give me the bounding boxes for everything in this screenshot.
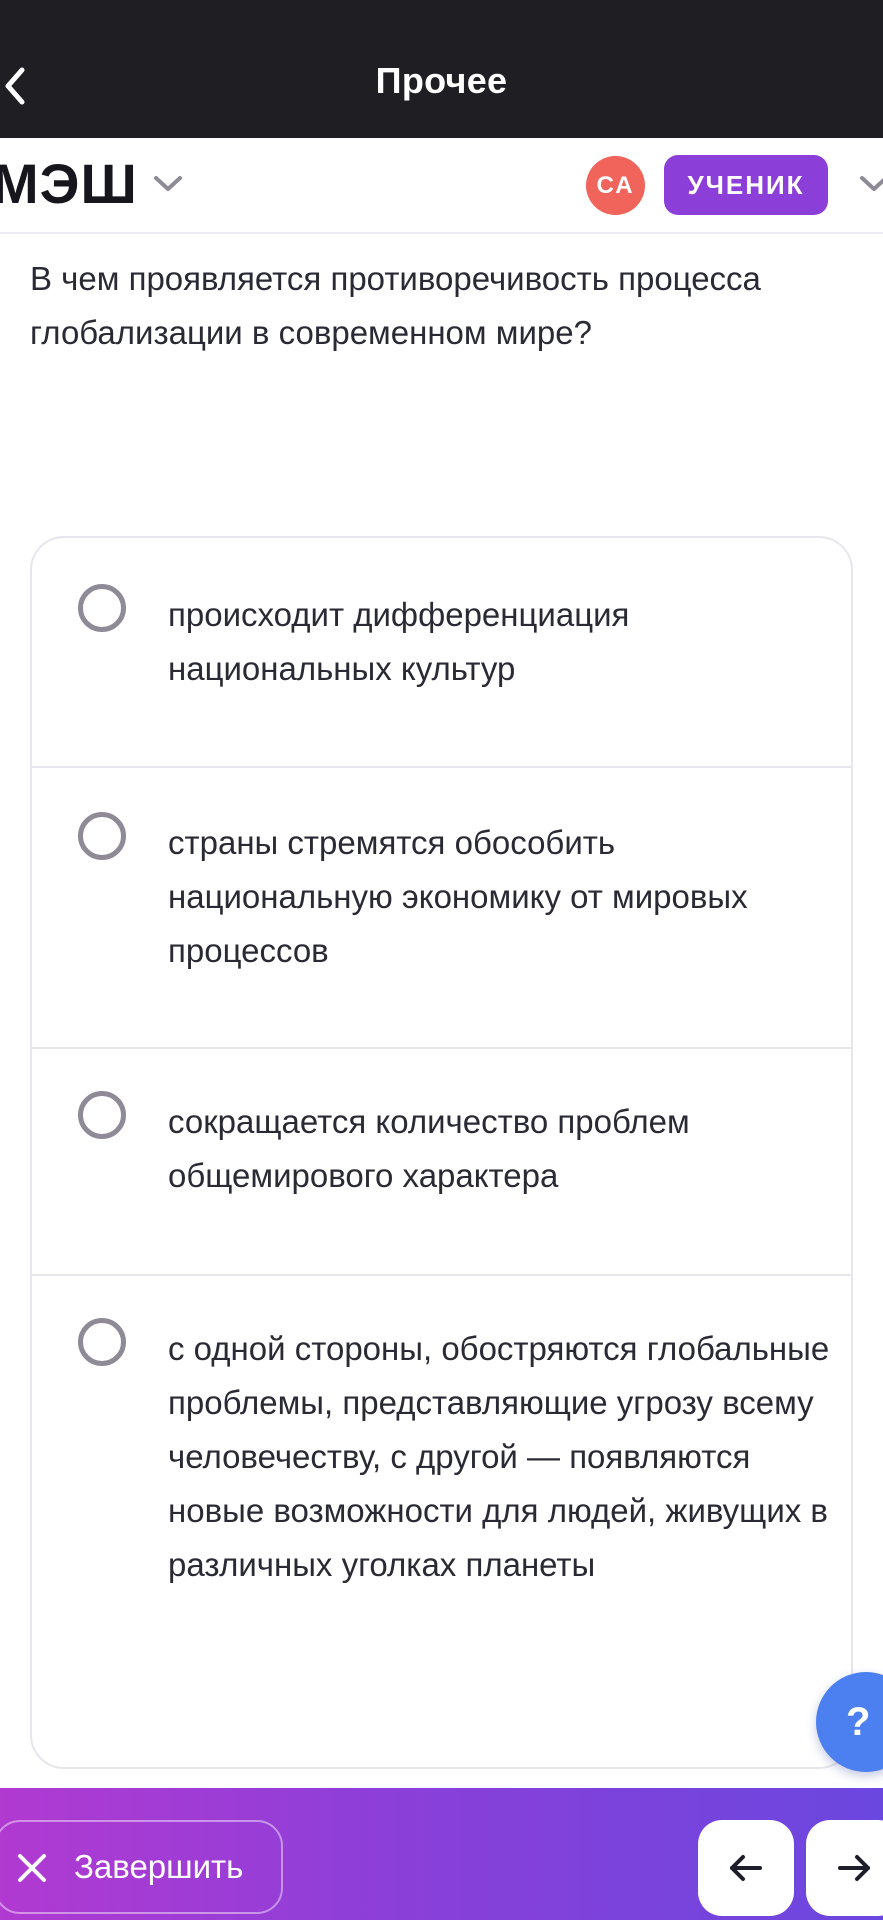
answer-option-text: страны стремятся обособить национальную … <box>168 824 748 969</box>
bottom-action-bar: Завершить <box>0 1788 883 1920</box>
answer-option-4[interactable]: с одной стороны, обостряются глобальные … <box>32 1274 851 1767</box>
finish-button[interactable]: Завершить <box>0 1820 283 1914</box>
finish-label: Завершить <box>74 1848 244 1885</box>
answer-option-text: с одной стороны, обостряются глобальные … <box>168 1330 830 1583</box>
close-icon <box>18 1854 46 1882</box>
answer-option-1[interactable]: происходит дифференциация национальных к… <box>32 538 851 768</box>
arrow-left-icon <box>730 1855 762 1881</box>
answer-option-text: происходит дифференциация национальных к… <box>168 596 630 687</box>
question-text: В чем проявляется противоречивость проце… <box>30 260 761 351</box>
page-title: Прочее <box>375 60 508 101</box>
user-avatar[interactable]: СА <box>586 156 645 215</box>
answer-option-2[interactable]: страны стремятся обособить национальную … <box>32 766 851 1049</box>
answer-options-card: происходит дифференциация национальных к… <box>30 536 853 1769</box>
role-badge[interactable]: УЧЕНИК <box>664 155 828 215</box>
previous-question-button[interactable] <box>698 1820 794 1916</box>
radio-button[interactable] <box>78 812 126 860</box>
radio-button[interactable] <box>78 1318 126 1366</box>
radio-button[interactable] <box>78 584 126 632</box>
radio-button[interactable] <box>78 1091 126 1139</box>
answer-option-3[interactable]: сокращается количество проблем общемиров… <box>32 1047 851 1276</box>
help-label: ? <box>846 1700 871 1744</box>
chevron-down-icon[interactable] <box>150 172 186 196</box>
role-chevron-down-icon[interactable] <box>856 172 883 196</box>
answer-option-text: сокращается количество проблем общемиров… <box>168 1103 690 1194</box>
top-navigation-bar: Прочее <box>0 0 883 138</box>
app-header: МЭШ СА УЧЕНИК <box>0 138 883 234</box>
app-logo: МЭШ <box>0 152 138 215</box>
next-question-button[interactable] <box>806 1820 883 1916</box>
arrow-right-icon <box>838 1855 870 1881</box>
